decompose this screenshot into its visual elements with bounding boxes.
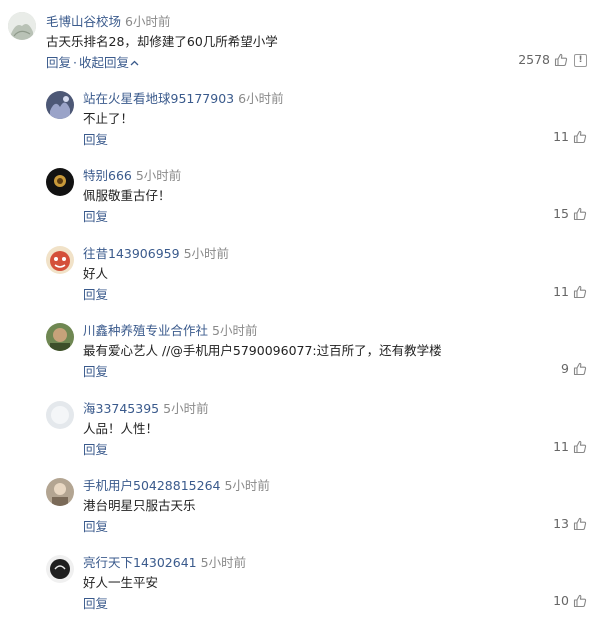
reply-author[interactable]: 海33745395 5小时前 xyxy=(83,398,209,417)
like-button[interactable]: 11 xyxy=(553,439,587,454)
reply-item: 亮行天下14302641 5小时前好人一生平安回复 10 xyxy=(0,550,600,624)
author-name[interactable]: 特别666 xyxy=(83,168,132,183)
avatar-image-icon xyxy=(46,401,74,429)
reply-button[interactable]: 回复 xyxy=(46,55,71,70)
avatar[interactable] xyxy=(46,555,74,583)
avatar[interactable] xyxy=(8,12,36,40)
like-button[interactable]: 15 xyxy=(553,206,587,221)
thumbs-up-icon xyxy=(573,594,587,608)
reply-time: 5小时前 xyxy=(212,323,258,338)
separator: · xyxy=(73,55,77,70)
avatar[interactable] xyxy=(46,91,74,119)
reply-item: 往昔143906959 5小时前好人回复 11 xyxy=(0,241,600,315)
avatar-image-icon xyxy=(46,323,74,351)
reply-item: 站在火星看地球95177903 6小时前不止了！ 回复 11 xyxy=(0,86,600,160)
reply-item: 川鑫种养殖专业合作社 5小时前最有爱心艺人 //@手机用户5790096077:过… xyxy=(0,318,600,392)
reply-content: 好人一生平安 xyxy=(83,575,159,590)
avatar[interactable] xyxy=(46,323,74,351)
reply-time: 5小时前 xyxy=(200,555,247,570)
reply-content: 不止了！ xyxy=(83,111,134,126)
comment-time: 6小时前 xyxy=(125,14,171,29)
reply-time: 6小时前 xyxy=(238,91,284,106)
avatar-image-icon xyxy=(46,168,74,196)
avatar[interactable] xyxy=(46,168,74,196)
reply-button[interactable]: 回复 xyxy=(83,284,108,303)
thumbs-up-icon xyxy=(573,362,587,376)
reply-content: 佩服敬重古仔！ xyxy=(83,188,171,203)
comment-actions: 回复 · 收起回复 xyxy=(46,52,139,71)
reply-button[interactable]: 回复 xyxy=(83,129,108,148)
reply-time: 5小时前 xyxy=(183,246,230,261)
author-name[interactable]: 往昔143906959 xyxy=(83,246,180,261)
reply-item: 海33745395 5小时前 人品！人性！ 回复 11 xyxy=(0,396,600,470)
like-button[interactable]: 11 xyxy=(553,129,587,144)
like-button[interactable]: 11 xyxy=(553,284,587,299)
reply-author[interactable]: 川鑫种养殖专业合作社 5小时前 xyxy=(83,320,257,339)
reply-time: 5小时前 xyxy=(135,168,182,183)
reply-button[interactable]: 回复 xyxy=(83,206,108,225)
author-name[interactable]: 亮行天下14302641 xyxy=(83,555,197,570)
reply-author[interactable]: 往昔143906959 5小时前 xyxy=(83,243,229,262)
avatar-image-icon xyxy=(46,478,74,506)
reply-item: 手机用户50428815264 5小时前港台明星只服古天乐回复 13 xyxy=(0,473,600,547)
like-count: 15 xyxy=(553,206,569,221)
author-name[interactable]: 毛博山谷校场 xyxy=(46,14,121,29)
like-count: 11 xyxy=(553,284,569,299)
reply-author[interactable]: 手机用户50428815264 5小时前 xyxy=(83,475,270,494)
reply-content: 好人 xyxy=(83,266,109,281)
like-count: 9 xyxy=(561,361,569,376)
reply-button[interactable]: 回复 xyxy=(83,439,108,458)
avatar-image-icon xyxy=(46,555,74,583)
like-count: 13 xyxy=(553,516,569,531)
reply-time: 5小时前 xyxy=(163,401,209,416)
comment-author[interactable]: 毛博山谷校场 6小时前 xyxy=(46,11,170,30)
avatar-image-icon xyxy=(8,12,36,40)
thumbs-up-icon xyxy=(554,53,568,67)
like-button[interactable]: 13 xyxy=(553,516,587,531)
reply-content: 人品！人性！ xyxy=(83,421,159,436)
reply-button[interactable]: 回复 xyxy=(83,593,108,612)
collapse-replies-label: 收起回复 xyxy=(79,55,130,70)
reply-item: 特别666 5小时前佩服敬重古仔！ 回复 15 xyxy=(0,163,600,237)
like-count: 11 xyxy=(553,439,569,454)
author-name[interactable]: 手机用户50428815264 xyxy=(83,478,220,493)
reply-author[interactable]: 亮行天下14302641 5小时前 xyxy=(83,552,246,571)
collapse-replies-button[interactable]: 收起回复 xyxy=(79,55,139,70)
reply-content: 最有爱心艺人 //@手机用户5790096077:过百所了，还有教学楼 xyxy=(83,343,442,358)
reply-time: 5小时前 xyxy=(224,478,270,493)
reply-content: 港台明星只服古天乐 xyxy=(83,498,196,513)
thumbs-up-icon xyxy=(573,517,587,531)
like-count: 11 xyxy=(553,129,569,144)
comment-content: 古天乐排名28，却修建了60几所希望小学 xyxy=(46,34,278,49)
avatar-image-icon xyxy=(46,246,74,274)
thumbs-up-icon xyxy=(573,130,587,144)
like-count: 10 xyxy=(553,593,569,608)
like-button[interactable]: 10 xyxy=(553,593,587,608)
like-count: 2578 xyxy=(518,52,550,67)
author-name[interactable]: 站在火星看地球95177903 xyxy=(83,91,234,106)
thumbs-up-icon xyxy=(573,207,587,221)
author-name[interactable]: 海33745395 xyxy=(83,401,159,416)
reply-button[interactable]: 回复 xyxy=(83,361,108,380)
avatar[interactable] xyxy=(46,246,74,274)
report-button[interactable]: ! xyxy=(574,54,587,67)
avatar[interactable] xyxy=(46,478,74,506)
reply-button[interactable]: 回复 xyxy=(83,516,108,535)
avatar-image-icon xyxy=(46,91,74,119)
avatar[interactable] xyxy=(46,401,74,429)
chevron-up-icon xyxy=(130,58,139,69)
reply-author[interactable]: 站在火星看地球95177903 6小时前 xyxy=(83,88,284,107)
like-button[interactable]: 9 xyxy=(561,361,587,376)
thumbs-up-icon xyxy=(573,285,587,299)
like-button[interactable]: 2578 xyxy=(518,52,568,67)
thumbs-up-icon xyxy=(573,440,587,454)
top-comment: 毛博山谷校场 6小时前 古天乐排名28，却修建了60几所希望小学 回复 · 收起回复 … xyxy=(0,0,600,80)
reply-author[interactable]: 特别666 5小时前 xyxy=(83,165,181,184)
author-name[interactable]: 川鑫种养殖专业合作社 xyxy=(83,323,208,338)
